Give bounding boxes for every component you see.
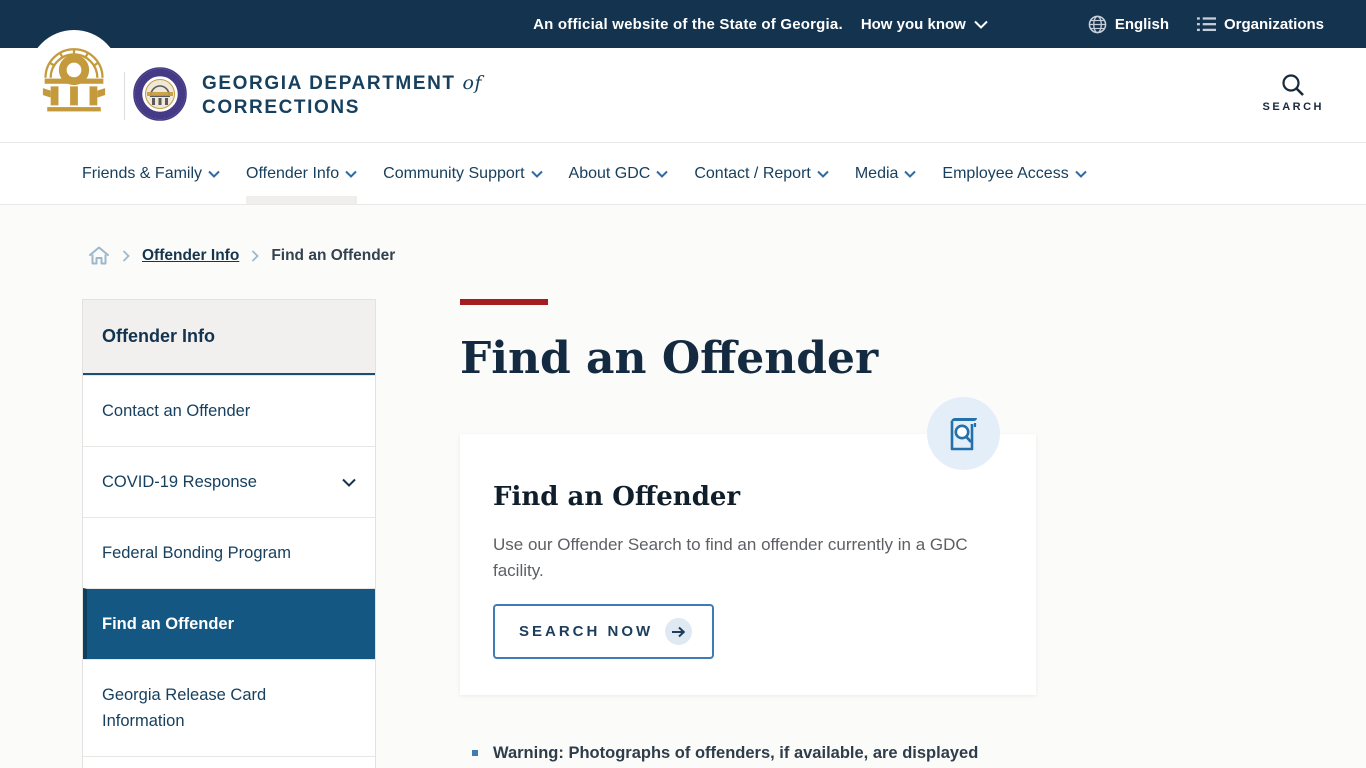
agency-line1: GEORGIA DEPARTMENT	[202, 73, 456, 94]
chevron-down-icon	[656, 170, 669, 178]
header-divider	[124, 72, 125, 120]
how-you-know-label: How you know	[860, 15, 966, 33]
sidebar-item-find-offender[interactable]: Find an Offender	[83, 588, 375, 659]
list-icon	[1196, 17, 1216, 32]
agency-line2: CORRECTIONS	[202, 97, 360, 118]
chevron-down-icon	[817, 170, 829, 178]
warning-text: Warning: Photographs of offenders, if av…	[493, 744, 979, 762]
title-accent-bar	[460, 299, 548, 305]
agency-of: of	[462, 72, 483, 94]
agency-title[interactable]: GEORGIA DEPARTMENT of CORRECTIONS	[202, 71, 482, 120]
card-description: Use our Offender Search to find an offen…	[493, 535, 968, 580]
chevron-down-icon	[1074, 170, 1087, 178]
chevron-down-icon	[530, 170, 543, 178]
nav-community-support[interactable]: Community Support	[383, 143, 543, 204]
nav-offender-info[interactable]: Offender Info	[246, 143, 358, 204]
chevron-down-icon	[342, 478, 356, 487]
warning-list-item: Warning: Photographs of offenders, if av…	[460, 741, 1036, 765]
section-sidebar: Offender Info Contact an Offender COVID-…	[82, 299, 376, 768]
main-column: Find an Offender Find an Offender Use ou…	[460, 299, 1036, 765]
header-search-button[interactable]: SEARCH	[1263, 72, 1324, 113]
arrow-right-icon	[665, 618, 693, 645]
organizations-link[interactable]: Organizations	[1196, 15, 1324, 33]
card-heading: Find an Offender	[493, 482, 741, 512]
search-now-button[interactable]: SEARCH NOW	[493, 604, 715, 659]
content-area: Offender Info Contact an Offender COVID-…	[0, 299, 1366, 768]
chevron-down-icon	[345, 170, 357, 178]
chevron-down-icon	[904, 170, 917, 178]
nav-employee-access[interactable]: Employee Access	[942, 143, 1087, 204]
sidebar-item-release-card[interactable]: Georgia Release Card Information	[83, 659, 375, 756]
nav-friends-family[interactable]: Friends & Family	[82, 143, 220, 204]
sidebar-item-contact-offender[interactable]: Contact an Offender	[83, 375, 375, 446]
nav-about-gdc[interactable]: About GDC	[569, 143, 669, 204]
nav-contact-report[interactable]: Contact / Report	[694, 143, 829, 204]
chevron-down-icon	[974, 20, 988, 29]
breadcrumb-chevron-icon	[252, 249, 260, 262]
arch-logo-icon	[42, 48, 106, 112]
organizations-label: Organizations	[1223, 15, 1324, 33]
breadcrumb-chevron-icon	[122, 249, 130, 262]
how-you-know-toggle[interactable]: How you know	[861, 16, 988, 33]
main-navigation: Friends & Family Offender Info Community…	[0, 143, 1366, 205]
page-title: Find an Offender	[460, 333, 879, 384]
document-search-icon	[950, 417, 977, 450]
chevron-down-icon	[208, 170, 220, 178]
gdc-seal	[133, 67, 187, 121]
sidebar-item-covid19[interactable]: COVID-19 Response	[83, 446, 375, 517]
breadcrumb-current: Find an Offender	[271, 246, 396, 264]
georgia-arch-logo[interactable]	[28, 30, 120, 122]
official-state-bar: An official website of the State of Geor…	[0, 0, 1366, 48]
breadcrumb: Offender Info Find an Offender	[0, 205, 1366, 266]
language-selector[interactable]: English	[1088, 15, 1169, 34]
home-icon[interactable]	[88, 245, 110, 266]
official-text: An official website of the State of Geor…	[533, 15, 843, 33]
find-offender-card: Find an Offender Use our Offender Search…	[460, 434, 1036, 695]
nav-media[interactable]: Media	[855, 143, 917, 204]
sidebar-title: Offender Info	[83, 300, 375, 375]
bullet-icon	[472, 750, 478, 756]
offender-search-icon-badge	[927, 397, 1000, 470]
search-icon	[1282, 74, 1305, 96]
header-search-label: SEARCH	[1262, 101, 1324, 113]
sidebar-item-federal-bonding[interactable]: Federal Bonding Program	[83, 517, 375, 588]
site-header: GEORGIA DEPARTMENT of CORRECTIONS SEARCH	[0, 30, 1366, 143]
breadcrumb-offender-info[interactable]: Offender Info	[142, 247, 239, 265]
sidebar-item-incarcerated-veterans[interactable]: Incarcerated Veterans	[83, 756, 375, 768]
language-label: English	[1114, 15, 1169, 33]
globe-icon	[1088, 15, 1107, 33]
